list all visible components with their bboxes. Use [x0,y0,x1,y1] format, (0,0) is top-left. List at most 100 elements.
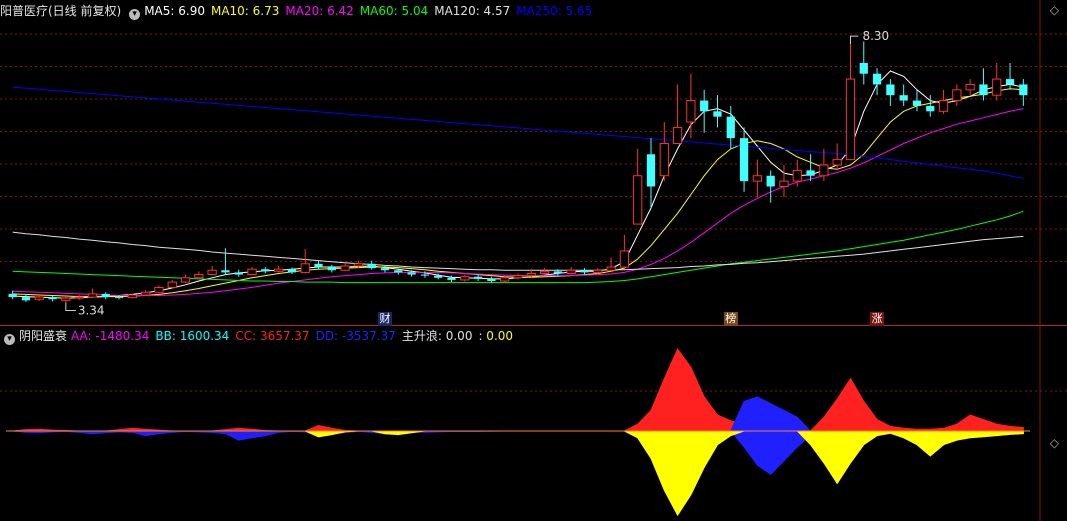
candle-body-up [593,269,603,273]
event-marker[interactable]: 榜 [723,312,738,326]
candle-body-down [314,263,323,268]
candle-body-down [287,269,297,273]
candle-body-down [580,270,589,273]
candle-body-up [952,89,962,102]
indicator-legend-item: : 0.00 [478,329,514,343]
candle-body-up [606,266,616,271]
ma-line-ma60 [12,210,1024,284]
ma-line-ma5 [12,70,1024,299]
main-price-chart[interactable]: 8.30 3.34 [0,0,1067,521]
candle-body-down [726,116,735,139]
candle-body-down [1019,84,1028,96]
event-marker[interactable]: 涨 [870,312,885,326]
candle-body-down [487,278,496,281]
indicator-legend-item: 主升浪: 0.00 [401,329,473,343]
candle-body-up [460,276,470,281]
candle-body-up [141,291,151,296]
candle-body-up [74,296,84,299]
candle-body-up [633,175,643,225]
candle-body-up [566,269,576,274]
ma-legend-item: MA250: 5.65 [516,4,593,18]
candle-body-up [526,272,536,277]
candle-body-down [261,269,270,272]
indicator-legend-item: DD: -3537.37 [315,329,396,343]
indicator-area-cc [12,348,1024,432]
candle-body-up [752,175,762,182]
candle-body-up [779,180,789,187]
candle-body-down [114,297,124,299]
candle-body-down [872,73,882,85]
ma-legend-item: MA10: 6.73 [210,4,280,18]
dropdown-icon[interactable]: ▾ [4,334,15,345]
candle-body-down [806,170,815,176]
low-price-label: 3.34 [78,303,105,317]
candle-body-down [420,274,430,276]
candle-body-up [300,263,310,273]
ma-legend-item: MA5: 6.90 [144,4,205,18]
indicator-title: 阴阳盛衰 [19,329,68,343]
candle-body-up [500,277,510,282]
candle-body-up [965,83,975,91]
candle-body-up [154,286,164,293]
candle-body-up [845,78,856,161]
candle-body-down [739,138,749,182]
candle-body-down [766,175,775,187]
candle-body-up [274,268,284,272]
candle-body-down [1005,79,1015,85]
candle-body-up [659,143,669,177]
candle-body-down [221,270,230,273]
candle-body-up [832,159,842,166]
candle-body-up [340,265,350,271]
candle-body-up [194,274,204,279]
candle-body-down [859,62,868,74]
stock-title: 阳普医疗(日线 前复权) [0,4,122,18]
dropdown-icon[interactable]: ▾ [129,9,141,20]
indicator-legend-item: BB: 1600.34 [155,329,230,343]
candle-body-up [539,270,550,274]
candle-body-up [992,78,1002,96]
ma-line-ma10 [12,88,1024,298]
candle-body-down [553,271,563,274]
main-diamond-icon[interactable]: ◇ [1050,3,1059,17]
high-pointer [849,35,859,45]
event-marker[interactable]: 财 [378,312,392,326]
indicator-legend: ▾ 阴阳盛衰 AA: -1480.34 BB: 1600.34 CC: 3657.37 D… [0,326,525,346]
candle-body-down [327,267,336,271]
candle-body-up [353,263,364,267]
candle-body-down [48,297,57,300]
candle-body-up [686,100,696,123]
candle-body-up [207,269,217,276]
candle-body-down [926,105,935,112]
indicator-legend-item: CC: 3657.37 [235,329,310,343]
candle-body-up [127,294,137,299]
candle-body-up [61,297,71,301]
candle-body-down [700,100,709,112]
candle-body-down [713,111,722,117]
candle-body-up [672,126,683,145]
main-chart-legend: 阳普医疗(日线 前复权) ▾ MA5: 6.90 MA10: 6.73 MA20: 6.… [0,1,604,21]
indicator-legend-item: AA: -1480.34 [71,329,150,343]
candle-body-down [234,272,243,275]
ma-line-ma250 [12,86,1024,179]
candle-body-down [21,297,31,301]
candle-body-up [938,100,949,112]
candle-body-down [380,268,390,271]
candle-body-up [819,164,829,177]
ma-line-ma20 [12,108,1024,296]
sub-diamond-icon[interactable]: ◇ [1050,436,1059,450]
candle-body-down [407,272,416,275]
candle-body-up [247,268,257,276]
candle-body-up [513,275,523,279]
candle-body-up [167,281,177,288]
ma-legend-item: MA60: 5.04 [359,4,429,18]
candle-body-down [367,263,376,269]
ma-legend-item: MA120: 4.57 [434,4,511,18]
high-price-label: 8.30 [862,29,889,43]
candle-body-up [34,296,44,300]
indicator-values: AA: -1480.34 BB: 1600.34 CC: 3657.37 DD: -3… [71,329,519,343]
candle-body-down [447,277,456,280]
candle-body-down [979,84,988,96]
candle-body-up [87,293,98,298]
ma-legend: MA5: 6.90 MA10: 6.73 MA20: 6.42 MA60: 5.04 M… [144,4,598,18]
ma-legend-item: MA20: 6.42 [285,4,354,18]
